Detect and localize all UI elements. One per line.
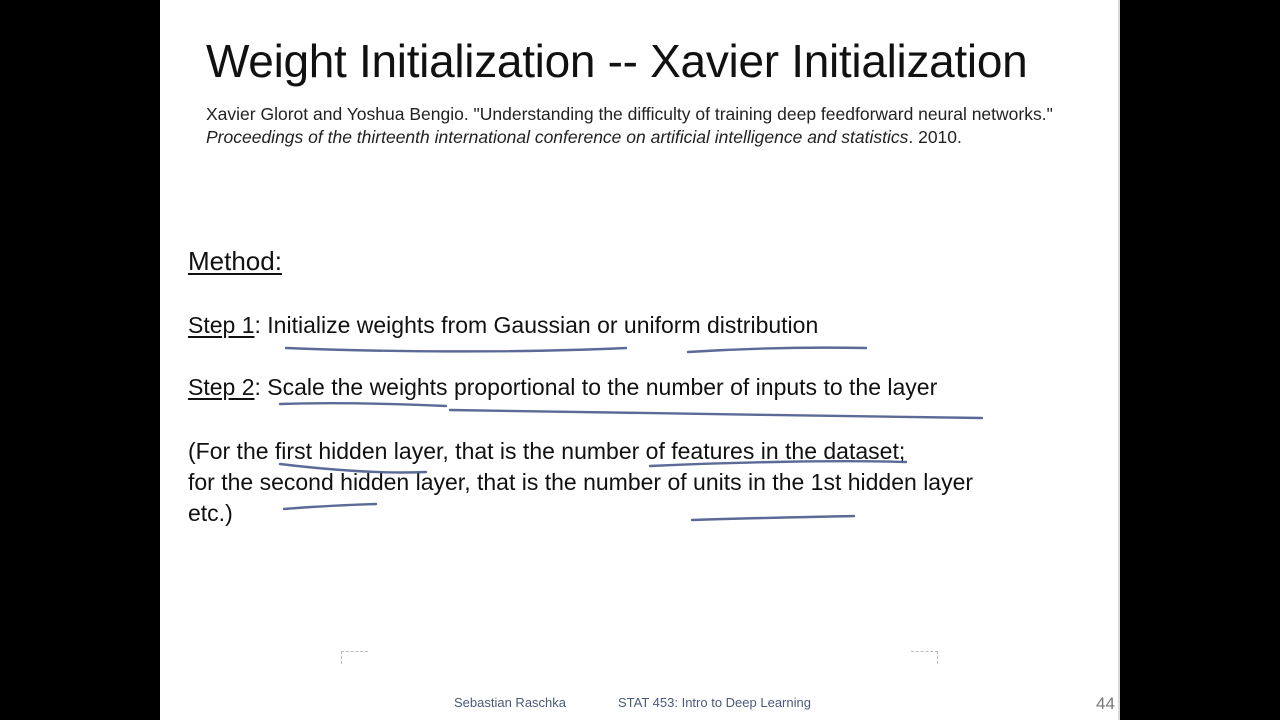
annotation-underline-uniform <box>686 346 868 354</box>
scrollbar[interactable] <box>1118 0 1120 720</box>
step-2-label: Step 2 <box>188 374 255 400</box>
citation: Xavier Glorot and Yoshua Bengio. "Unders… <box>206 103 1056 148</box>
placeholder-corner-left <box>341 651 368 664</box>
method-heading-label: Method: <box>188 246 282 276</box>
note-line-3: etc.) <box>188 500 233 526</box>
step-1-text: : Initialize weights from Gaussian or un… <box>254 312 819 338</box>
step-1-label: Step 1 <box>188 312 255 338</box>
step-2-text: : Scale the weights proportional to the … <box>254 374 938 400</box>
step-2: Step 2: Scale the weights proportional t… <box>188 374 937 401</box>
footer-author: Sebastian Raschka <box>454 695 567 710</box>
slide: Weight Initialization -- Xavier Initiali… <box>160 0 1120 720</box>
annotation-underline-gaussian <box>284 346 628 353</box>
note-line-1: (For the first hidden layer, that is the… <box>188 438 906 464</box>
annotation-underline-proportional <box>448 408 984 420</box>
slide-title: Weight Initialization -- Xavier Initiali… <box>206 35 1028 87</box>
step-1: Step 1: Initialize weights from Gaussian… <box>188 312 818 339</box>
note-line-2: for the second hidden layer, that is the… <box>188 469 974 495</box>
page-number: 44 <box>1096 694 1115 713</box>
citation-venue: Proceedings of the thirteenth internatio… <box>206 126 909 147</box>
citation-authors: Xavier Glorot and Yoshua Bengio. "Unders… <box>206 104 1053 124</box>
citation-year: . 2010. <box>908 126 962 147</box>
method-heading: Method: <box>188 246 282 277</box>
footer-course: STAT 453: Intro to Deep Learning <box>618 695 811 710</box>
placeholder-corner-right <box>911 651 938 664</box>
note-paragraph: (For the first hidden layer, that is the… <box>188 436 973 529</box>
annotation-underline-weights <box>278 401 448 408</box>
